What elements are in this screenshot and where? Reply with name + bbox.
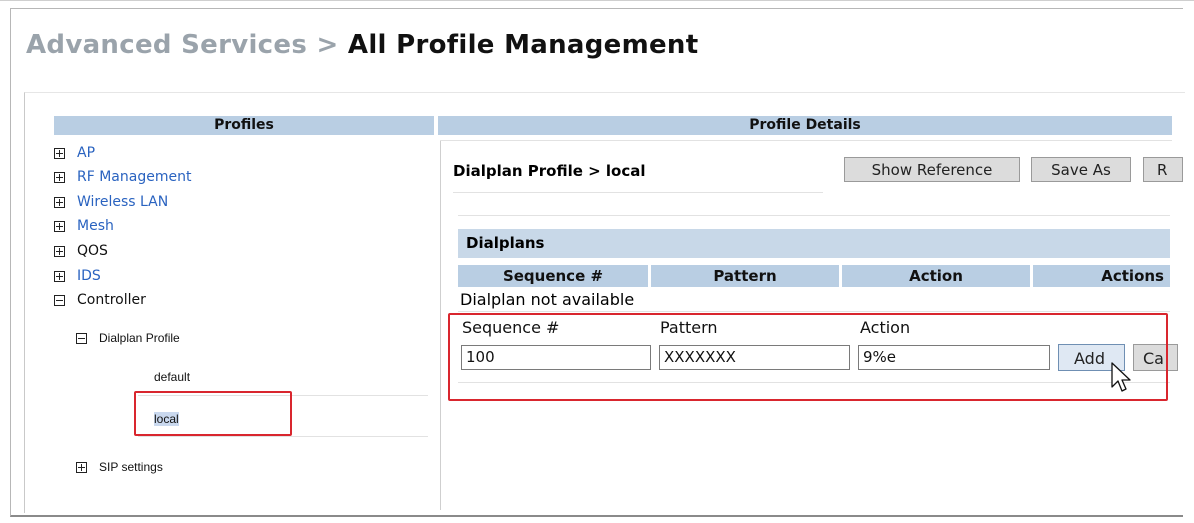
page-title: Advanced Services > All Profile Manageme… — [26, 30, 698, 60]
collapse-icon[interactable] — [76, 332, 87, 344]
expand-icon[interactable] — [54, 270, 65, 282]
column-header-sequence: Sequence # — [458, 265, 648, 287]
empty-message: Dialplan not available — [460, 290, 635, 309]
profile-details-header: Profile Details — [438, 116, 1172, 135]
save-as-button[interactable]: Save As — [1031, 157, 1131, 182]
divider — [458, 215, 1170, 216]
tree-item-label[interactable]: Dialplan Profile — [99, 331, 180, 345]
expand-icon[interactable] — [54, 171, 65, 183]
tree-item-label[interactable]: Wireless LAN — [77, 194, 168, 210]
profile-item-default[interactable]: default — [154, 365, 190, 389]
dialplans-section-title: Dialplans — [458, 229, 1170, 258]
tree-item-label[interactable]: Controller — [77, 292, 146, 308]
divider — [138, 436, 428, 437]
tree-item-mesh[interactable]: Mesh — [54, 214, 114, 238]
breadcrumb-current: All Profile Management — [347, 30, 699, 60]
tree-item-qos[interactable]: QOS — [54, 239, 108, 263]
profile-title: Dialplan Profile > local — [453, 162, 646, 180]
reset-button[interactable]: R — [1143, 157, 1183, 182]
tree-item-label[interactable]: QOS — [77, 243, 108, 259]
highlight-add-form — [448, 313, 1168, 401]
expand-icon[interactable] — [54, 196, 65, 208]
expand-icon[interactable] — [76, 461, 87, 473]
expand-icon[interactable] — [54, 220, 65, 232]
details-top-border — [440, 140, 1172, 141]
tree-item-dialplan-profile[interactable]: Dialplan Profile — [76, 326, 180, 350]
tree-item-wireless-lan[interactable]: Wireless LAN — [54, 190, 168, 214]
mouse-pointer-icon — [1111, 362, 1131, 392]
collapse-icon[interactable] — [54, 294, 65, 306]
highlight-local — [134, 391, 292, 436]
tree-item-label[interactable]: IDS — [77, 268, 101, 284]
tree-item-ap[interactable]: AP — [54, 141, 95, 165]
profile-label[interactable]: default — [154, 370, 190, 384]
expand-icon[interactable] — [54, 147, 65, 159]
column-header-action: Action — [842, 265, 1030, 287]
tree-item-label[interactable]: Mesh — [77, 218, 114, 234]
tree-item-rf-management[interactable]: RF Management — [54, 165, 191, 189]
tree-item-sip-settings[interactable]: SIP settings — [76, 455, 163, 479]
divider — [453, 192, 823, 193]
tree-item-ids[interactable]: IDS — [54, 264, 101, 288]
expand-icon[interactable] — [54, 245, 65, 257]
divider — [458, 311, 1170, 312]
column-header-pattern: Pattern — [651, 265, 839, 287]
tree-item-controller[interactable]: Controller — [54, 288, 146, 312]
show-reference-button[interactable]: Show Reference — [844, 157, 1020, 182]
tree-item-label[interactable]: SIP settings — [99, 460, 163, 474]
tree-item-label[interactable]: RF Management — [77, 169, 191, 185]
details-border — [440, 140, 441, 510]
column-header-actions: Actions — [1033, 265, 1170, 287]
breadcrumb-parent[interactable]: Advanced Services > — [26, 30, 339, 60]
profiles-header: Profiles — [54, 116, 434, 135]
tree-item-label[interactable]: AP — [77, 145, 95, 161]
